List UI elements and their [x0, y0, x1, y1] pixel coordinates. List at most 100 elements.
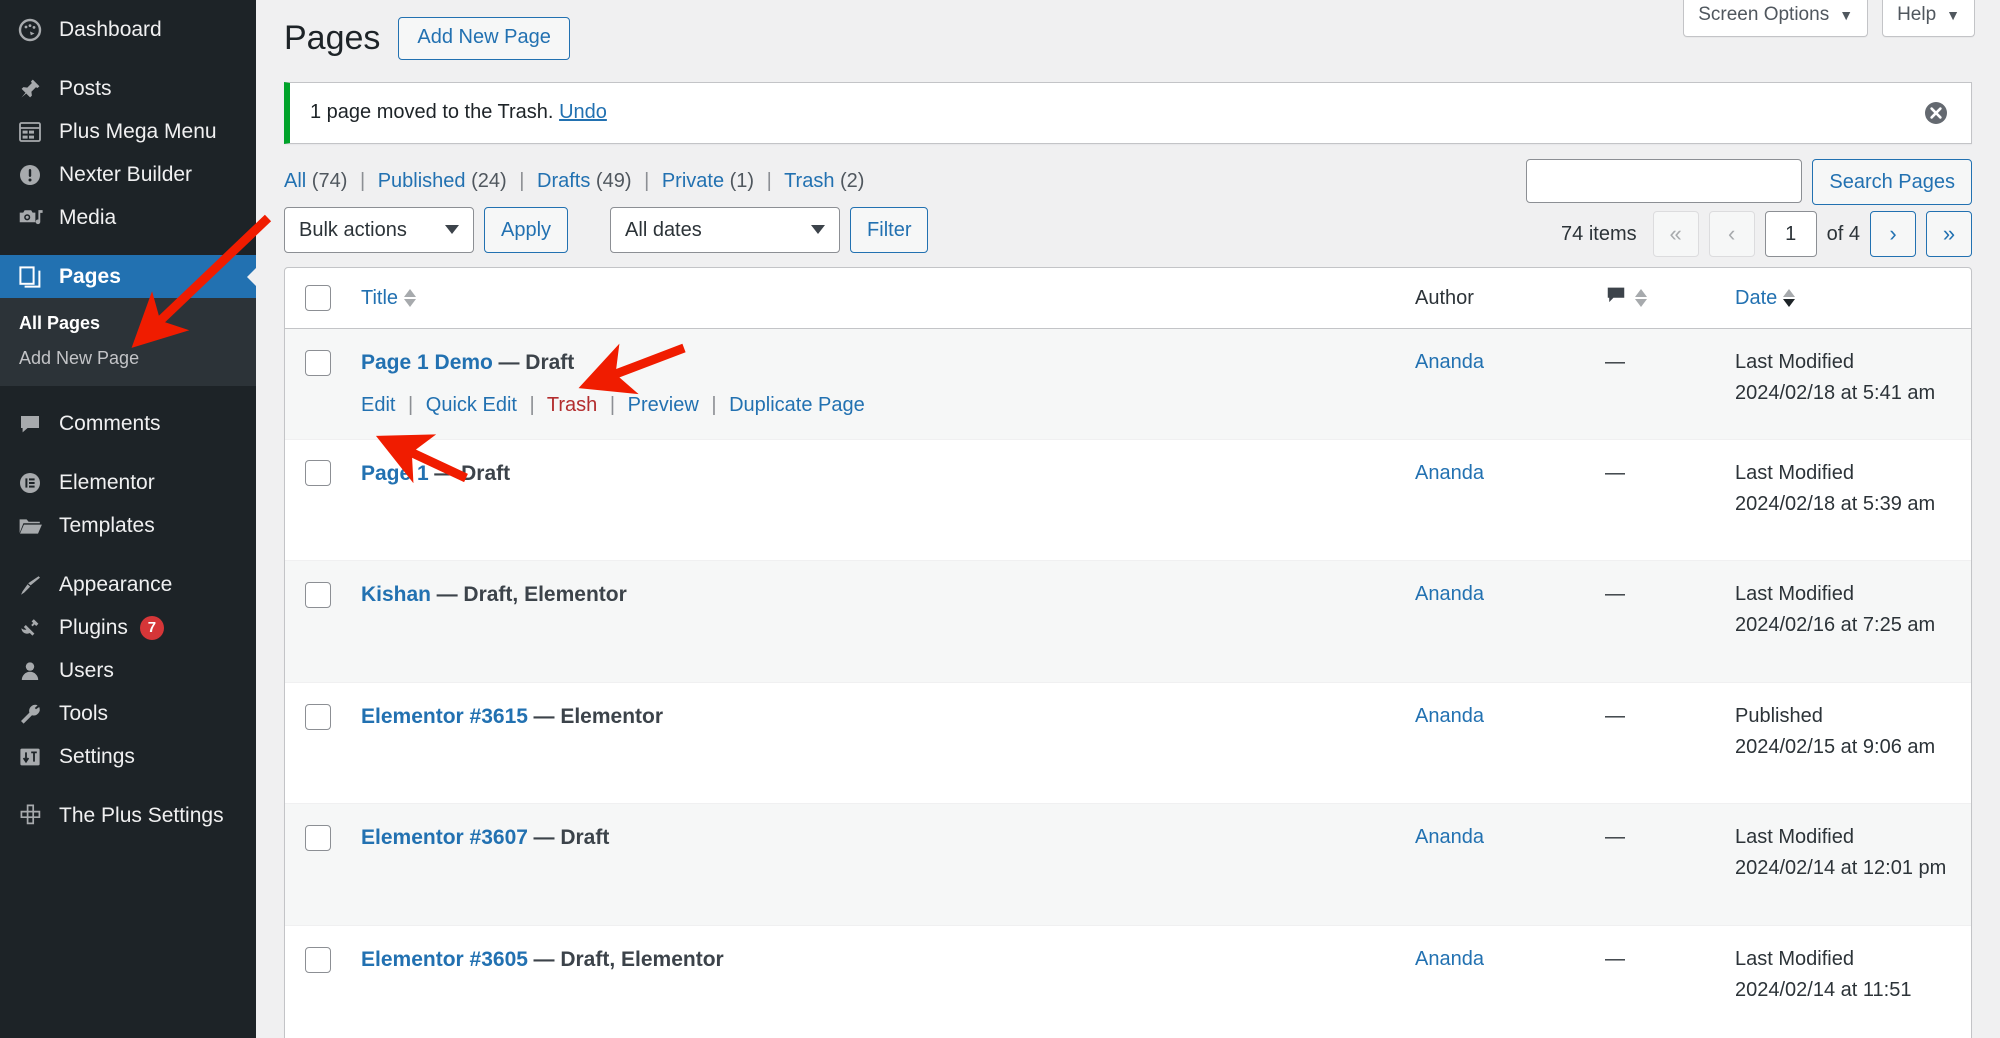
separator: |: [767, 170, 772, 192]
sort-indicator-icon: [404, 289, 416, 307]
help-button[interactable]: Help ▼: [1882, 0, 1975, 37]
view-link-private[interactable]: Private: [662, 170, 724, 192]
sidebar-item-users[interactable]: Users: [0, 649, 256, 692]
current-page-input[interactable]: [1765, 211, 1817, 257]
row-title-link[interactable]: Elementor #3615: [361, 705, 528, 728]
sidebar-item-nexter-builder[interactable]: Nexter Builder: [0, 153, 256, 196]
sidebar-divider: [0, 239, 256, 255]
sliders-icon: [14, 743, 46, 771]
row-title-link[interactable]: Page 1 Demo: [361, 351, 493, 374]
help-label: Help: [1897, 4, 1936, 26]
row-author-link[interactable]: Ananda: [1415, 462, 1484, 484]
row-date-value: 2024/02/16 at 7:25 am: [1735, 614, 1935, 636]
screen-options-button[interactable]: Screen Options ▼: [1683, 0, 1868, 37]
row-date-status: Last Modified: [1735, 462, 1854, 484]
sidebar-item-posts[interactable]: Posts: [0, 67, 256, 110]
prev-page-button: ‹: [1709, 211, 1755, 257]
sidebar-item-pages[interactable]: Pages: [0, 255, 256, 298]
first-page-button: «: [1653, 211, 1699, 257]
row-title-link[interactable]: Page 1: [361, 462, 429, 485]
last-page-button[interactable]: »: [1926, 211, 1972, 257]
sidebar-item-templates[interactable]: Templates: [0, 504, 256, 547]
chevron-down-icon: ▼: [1946, 7, 1960, 23]
search-pages-button[interactable]: Search Pages: [1812, 159, 1972, 205]
sort-by-date-link[interactable]: Date: [1735, 287, 1795, 310]
row-action-preview[interactable]: Preview: [628, 394, 699, 416]
row-select-cell: [285, 803, 347, 925]
row-date-cell: Last Modified 2024/02/18 at 5:41 am: [1721, 329, 1971, 439]
sidebar-submenu-pages: All Pages Add New Page: [0, 298, 256, 386]
separator: |: [610, 394, 615, 416]
view-link-trash[interactable]: Trash: [784, 170, 834, 192]
row-action-quick-edit[interactable]: Quick Edit: [426, 394, 517, 416]
filter-button[interactable]: Filter: [850, 207, 928, 253]
row-checkbox[interactable]: [305, 825, 331, 851]
row-author-link[interactable]: Ananda: [1415, 351, 1484, 373]
select-all-checkbox[interactable]: [305, 285, 331, 311]
row-checkbox[interactable]: [305, 460, 331, 486]
row-author-cell: Ananda: [1401, 682, 1591, 804]
sidebar-item-media[interactable]: Media: [0, 196, 256, 239]
row-checkbox[interactable]: [305, 582, 331, 608]
row-comments-cell: —: [1591, 329, 1721, 439]
close-icon[interactable]: [1923, 100, 1949, 126]
row-author-cell: Ananda: [1401, 439, 1591, 561]
table-row: Kishan — Draft, Elementor Ananda — Last …: [285, 560, 1971, 682]
row-date-status: Last Modified: [1735, 948, 1854, 970]
plugins-update-badge: 7: [140, 616, 164, 640]
sidebar-item-all-pages[interactable]: All Pages: [0, 306, 256, 341]
media-icon: [14, 204, 46, 232]
separator: |: [530, 394, 535, 416]
sidebar-item-elementor[interactable]: Elementor: [0, 461, 256, 504]
row-select-cell: [285, 560, 347, 682]
view-link-all[interactable]: All: [284, 170, 306, 192]
row-author-link[interactable]: Ananda: [1415, 826, 1484, 848]
bulk-actions-select[interactable]: Bulk actions: [284, 207, 474, 253]
row-author-link[interactable]: Ananda: [1415, 705, 1484, 727]
sort-indicator-icon[interactable]: [1635, 289, 1647, 307]
exclamation-circle-icon: [14, 161, 46, 189]
undo-link[interactable]: Undo: [559, 101, 607, 123]
apply-button[interactable]: Apply: [484, 207, 568, 253]
sidebar-item-tools[interactable]: Tools: [0, 692, 256, 735]
row-checkbox[interactable]: [305, 947, 331, 973]
sidebar-item-settings[interactable]: Settings: [0, 735, 256, 778]
row-author-link[interactable]: Ananda: [1415, 948, 1484, 970]
search-input[interactable]: [1526, 159, 1802, 203]
sidebar-item-comments[interactable]: Comments: [0, 402, 256, 445]
row-author-cell: Ananda: [1401, 560, 1591, 682]
sidebar-item-appearance[interactable]: Appearance: [0, 563, 256, 606]
sidebar-item-plugins[interactable]: Plugins 7: [0, 606, 256, 649]
row-action-edit[interactable]: Edit: [361, 394, 395, 416]
screen-options-label: Screen Options: [1698, 4, 1829, 26]
sort-by-title-link[interactable]: Title: [361, 287, 416, 310]
chevron-down-icon: ▼: [1839, 7, 1853, 23]
row-title-cell: Kishan — Draft, Elementor: [347, 560, 1401, 682]
date-filter-select[interactable]: All dates: [610, 207, 840, 253]
sidebar-item-label: Settings: [59, 745, 135, 769]
column-label-title: Title: [361, 287, 398, 310]
row-select-cell: [285, 682, 347, 804]
view-link-drafts[interactable]: Drafts: [537, 170, 590, 192]
sidebar-item-label: The Plus Settings: [59, 804, 224, 828]
view-link-published[interactable]: Published: [378, 170, 466, 192]
user-icon: [14, 657, 46, 685]
row-title-link[interactable]: Kishan: [361, 583, 431, 606]
row-action-duplicate-page[interactable]: Duplicate Page: [729, 394, 865, 416]
sidebar-item-the-plus-settings[interactable]: The Plus Settings: [0, 794, 256, 837]
row-action-trash[interactable]: Trash: [547, 394, 597, 416]
sidebar-item-add-new-page[interactable]: Add New Page: [0, 341, 256, 376]
row-checkbox[interactable]: [305, 350, 331, 376]
search-box: Search Pages: [1526, 159, 1972, 205]
row-post-state: — Draft, Elementor: [534, 948, 724, 971]
sidebar-item-dashboard[interactable]: Dashboard: [0, 8, 256, 51]
add-new-page-button[interactable]: Add New Page: [398, 17, 569, 60]
row-title-link[interactable]: Elementor #3607: [361, 826, 528, 849]
sidebar-item-plus-mega-menu[interactable]: Plus Mega Menu: [0, 110, 256, 153]
total-pages-label: of 4: [1827, 223, 1860, 246]
separator: |: [644, 170, 649, 192]
row-checkbox[interactable]: [305, 704, 331, 730]
row-author-link[interactable]: Ananda: [1415, 583, 1484, 605]
row-title-link[interactable]: Elementor #3605: [361, 948, 528, 971]
next-page-button[interactable]: ›: [1870, 211, 1916, 257]
